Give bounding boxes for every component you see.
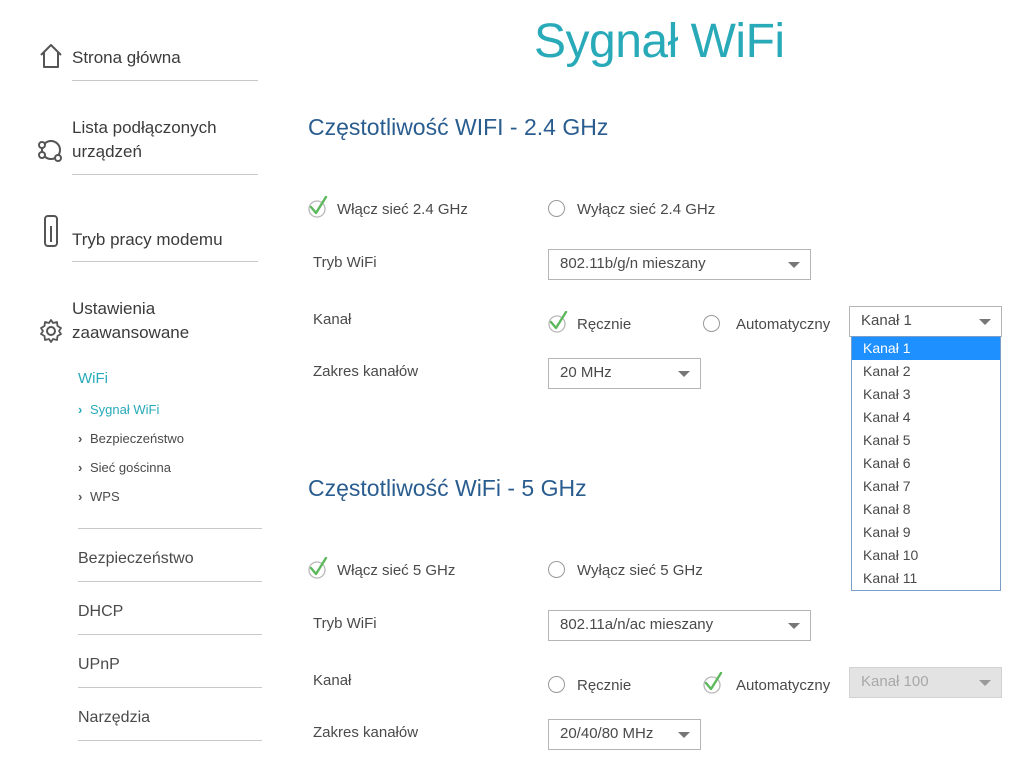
wifi-mode-select-24[interactable]: 802.11b/g/n mieszany — [548, 249, 811, 280]
dropdown-option[interactable]: Kanał 4 — [852, 406, 1000, 429]
channel-label-24: Kanał — [313, 311, 352, 328]
checkmark-icon — [308, 195, 328, 218]
chevron-right-icon: › — [78, 489, 83, 504]
sidebar-item-label: urządzeń — [72, 142, 142, 161]
chevron-down-icon — [678, 371, 690, 377]
home-icon — [38, 42, 64, 72]
checkmark-icon — [308, 556, 328, 579]
channel-manual-label: Ręcznie — [577, 677, 632, 694]
dropdown-option[interactable]: Kanał 7 — [852, 475, 1000, 498]
chevron-down-icon — [678, 732, 690, 738]
divider — [78, 687, 262, 688]
chevron-down-icon — [979, 319, 991, 325]
channel-range-label-24: Zakres kanałów — [313, 363, 419, 380]
dropdown-option[interactable]: Kanał 8 — [852, 498, 1000, 521]
sidebar-item-label: Strona główna — [72, 48, 181, 67]
wifi-mode-label-5: Tryb WiFi — [313, 615, 377, 632]
dropdown-option[interactable]: Kanał 1 — [852, 337, 1000, 360]
checkmark-icon — [548, 310, 568, 333]
channel-range-select-5[interactable]: 20/40/80 MHz — [548, 719, 701, 750]
channel-auto-label: Automatyczny — [736, 316, 831, 333]
select-value: 20 MHz — [560, 364, 612, 381]
sidebar-link-dhcp[interactable]: DHCP — [78, 603, 123, 621]
select-value: 802.11b/g/n mieszany — [560, 255, 706, 272]
chevron-down-icon — [788, 262, 800, 268]
sidebar-link-security[interactable]: Bezpieczeństwo — [78, 550, 194, 568]
sidebar-link-tools[interactable]: Narzędzia — [78, 709, 150, 727]
submenu-item-label: Sygnał WiFi — [90, 402, 160, 417]
submenu-item-label: WPS — [90, 489, 120, 504]
enable-5ghz-label: Włącz sieć 5 GHz — [337, 562, 456, 579]
dropdown-option[interactable]: Kanał 3 — [852, 383, 1000, 406]
channel-auto-label: Automatyczny — [736, 677, 831, 694]
divider — [72, 261, 258, 262]
wifi-mode-label-24: Tryb WiFi — [313, 254, 377, 271]
channel-manual-label: Ręcznie — [577, 316, 632, 333]
radio-icon — [548, 557, 568, 579]
channel-range-label-5: Zakres kanałów — [313, 724, 419, 741]
wifi-mode-select-5[interactable]: 802.11a/n/ac mieszany — [548, 610, 811, 641]
gear-icon — [38, 317, 64, 347]
radio-icon — [548, 672, 568, 694]
section-title-5ghz: Częstotliwość WiFi - 5 GHz — [308, 475, 587, 501]
channel-range-select-24[interactable]: 20 MHz — [548, 358, 701, 389]
dropdown-option[interactable]: Kanał 5 — [852, 429, 1000, 452]
dropdown-option[interactable]: Kanał 9 — [852, 521, 1000, 544]
checkmark-icon — [703, 671, 723, 694]
page-title: Sygnał WiFi — [534, 15, 785, 68]
disable-24ghz-label: Wyłącz sieć 2.4 GHz — [577, 201, 716, 218]
submenu-item-wps[interactable]: › WPS — [78, 489, 120, 504]
chevron-down-icon — [979, 680, 991, 686]
divider — [78, 740, 262, 741]
channel-label-5: Kanał — [313, 672, 352, 689]
chevron-right-icon: › — [78, 431, 83, 446]
divider — [72, 174, 258, 175]
submenu-item-signal[interactable]: › Sygnał WiFi — [78, 402, 159, 417]
select-value: Kanał 100 — [861, 673, 929, 690]
chevron-right-icon: › — [78, 402, 83, 417]
section-title-24ghz: Częstotliwość WIFI - 2.4 GHz — [308, 114, 609, 140]
sidebar-item-label: Tryb pracy modemu — [72, 230, 223, 249]
dropdown-option[interactable]: Kanał 2 — [852, 360, 1000, 383]
submenu-item-security[interactable]: › Bezpieczeństwo — [78, 431, 184, 446]
channel-select-5: Kanał 100 — [849, 667, 1002, 698]
chevron-right-icon: › — [78, 460, 83, 475]
divider — [78, 581, 262, 582]
disable-5ghz-label: Wyłącz sieć 5 GHz — [577, 562, 703, 579]
submenu-item-label: Sieć gościnna — [90, 460, 171, 475]
dropdown-option[interactable]: Kanał 11 — [852, 567, 1000, 590]
select-value: 802.11a/n/ac mieszany — [560, 616, 714, 633]
divider — [78, 528, 262, 529]
submenu-heading-wifi[interactable]: WiFi — [78, 370, 108, 387]
enable-24ghz-label: Włącz sieć 2.4 GHz — [337, 201, 468, 218]
dropdown-option[interactable]: Kanał 6 — [852, 452, 1000, 475]
dropdown-option[interactable]: Kanał 10 — [852, 544, 1000, 567]
chevron-down-icon — [788, 623, 800, 629]
radio-icon — [548, 196, 568, 218]
sidebar-item-label: Ustawienia — [72, 299, 156, 318]
submenu-item-guest[interactable]: › Sieć gościnna — [78, 460, 171, 475]
devices-icon — [38, 136, 64, 166]
divider — [72, 80, 258, 81]
divider — [78, 634, 262, 635]
channel-select-24[interactable]: Kanał 1 — [849, 306, 1002, 337]
select-value: Kanał 1 — [861, 312, 912, 329]
submenu-item-label: Bezpieczeństwo — [90, 431, 184, 446]
sidebar-item-label: zaawansowane — [72, 323, 190, 342]
sidebar-link-upnp[interactable]: UPnP — [78, 656, 120, 674]
select-value: 20/40/80 MHz — [560, 725, 654, 742]
radio-icon — [703, 311, 723, 333]
channel-dropdown-list-24[interactable]: Kanał 1 Kanał 2 Kanał 3 Kanał 4 Kanał 5 … — [851, 336, 1001, 591]
sidebar-item-label: Lista podłączonych — [72, 118, 217, 137]
modem-icon — [40, 214, 66, 247]
